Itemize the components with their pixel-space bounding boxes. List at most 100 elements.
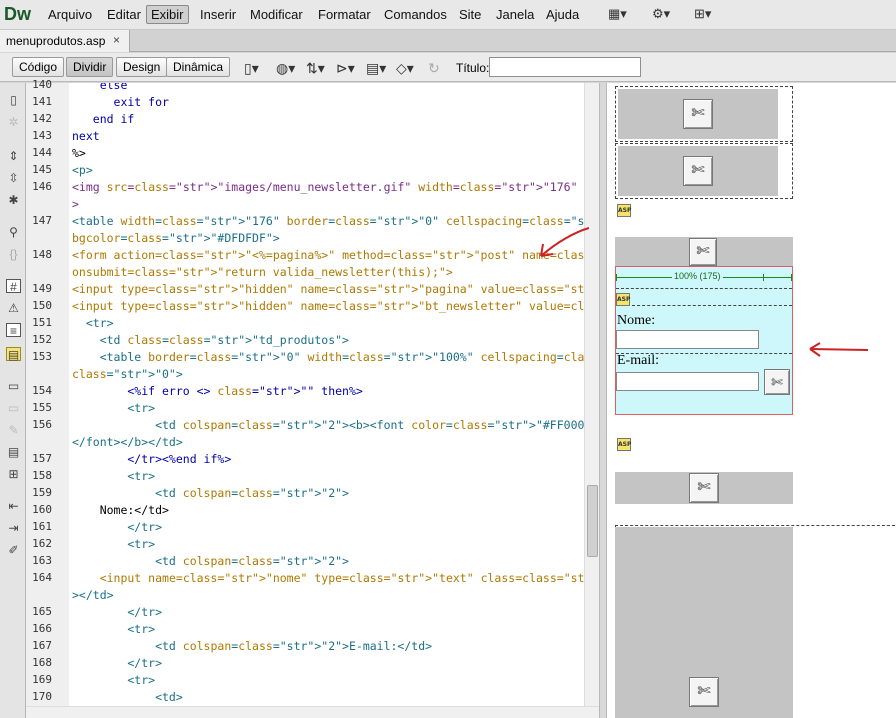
menu-ajuda[interactable]: Ajuda <box>544 7 581 22</box>
word-wrap-icon[interactable]: ≡ <box>6 323 21 338</box>
indent-code-icon[interactable]: ⇤ <box>6 499 21 513</box>
code-line[interactable]: <tr> <box>72 673 155 687</box>
menu-comandos[interactable]: Comandos <box>382 7 449 22</box>
line-numbers-icon[interactable]: # <box>6 279 21 294</box>
menu-formatar[interactable]: Formatar <box>316 7 373 22</box>
scrollbar-thumb[interactable] <box>587 485 598 557</box>
code-line[interactable]: onsubmit=class="str">"return valida_news… <box>72 265 453 279</box>
code-line[interactable]: <table border=class="str">"0" width=clas… <box>72 350 584 364</box>
code-line[interactable]: next <box>72 129 100 143</box>
width-ruler-label: 100% (175) <box>672 271 723 281</box>
newsletter-form[interactable]: 100% (175) ASP Nome: E-mail: ✄ <box>615 266 793 415</box>
code-horizontal-scrollbar[interactable] <box>26 706 599 718</box>
code-line[interactable]: </tr> <box>72 656 162 670</box>
split-view-button[interactable]: Dividir <box>66 57 114 77</box>
nome-input[interactable] <box>616 330 759 349</box>
move-css-icon[interactable]: ⊞ <box>6 467 21 481</box>
code-line[interactable]: bgcolor=class="str">"#DFDFDF"> <box>72 231 280 245</box>
close-icon[interactable]: × <box>113 33 120 47</box>
live-view-button[interactable]: Dinâmica <box>166 57 231 77</box>
code-line[interactable]: <form action=class="str">"<%=pagina%>" m… <box>72 248 584 262</box>
code-line[interactable]: else <box>72 83 128 92</box>
menu-inserir[interactable]: Inserir <box>198 7 238 22</box>
visual-aids-icon[interactable]: ▤▾ <box>366 60 386 77</box>
code-line[interactable]: > <box>72 197 79 211</box>
code-line[interactable]: <td colspan=class="str">"2"><b><font col… <box>72 418 584 432</box>
split-divider[interactable] <box>599 83 607 718</box>
code-line[interactable]: </tr> <box>72 520 162 534</box>
annotation-arrow-design <box>809 342 869 357</box>
code-line[interactable]: <tr> <box>72 622 155 636</box>
code-line[interactable]: <td colspan=class="str">"2">E-mail:</td> <box>72 639 432 653</box>
inspect-icon[interactable]: ⊳▾ <box>336 60 355 77</box>
menu-exibir[interactable]: Exibir <box>146 5 189 24</box>
syntax-coloring-icon[interactable]: ▤ <box>6 347 21 362</box>
code-line[interactable]: <tr> <box>72 469 155 483</box>
submit-plugin-icon[interactable]: ✄ <box>764 369 790 395</box>
code-line[interactable]: </tr> <box>72 605 162 619</box>
validate-icon[interactable]: ◇▾ <box>396 60 414 77</box>
code-line[interactable]: exit for <box>72 95 169 109</box>
menu-editar[interactable]: Editar <box>105 7 143 22</box>
title-input[interactable] <box>489 57 641 77</box>
code-line[interactable]: class="str">"0"> <box>72 367 183 381</box>
ruler-tick <box>763 274 764 281</box>
line-number: 165 <box>32 605 52 618</box>
layout-icon[interactable]: ▦▾ <box>608 6 627 22</box>
format-source-icon[interactable]: ✐ <box>6 543 21 557</box>
menu-arquivo[interactable]: Arquivo <box>46 7 94 22</box>
code-line[interactable]: <input type=class="str">"hidden" name=cl… <box>72 282 584 296</box>
ruler-tick <box>616 274 617 281</box>
plugin-icon: ✄ <box>689 473 719 503</box>
code-vertical-scrollbar[interactable] <box>584 83 599 706</box>
code-line[interactable]: <tr> <box>72 537 155 551</box>
code-line[interactable]: </tr><%end if%> <box>72 452 231 466</box>
apply-comment-icon[interactable]: ▭ <box>6 379 21 393</box>
code-line[interactable]: <tr> <box>72 316 114 330</box>
design-view-button[interactable]: Design <box>116 57 168 77</box>
recent-snippets-icon[interactable]: ▤ <box>6 445 21 459</box>
code-line[interactable]: ></td> <box>72 588 114 602</box>
expand-all-icon[interactable]: ✱ <box>6 193 21 207</box>
outdent-code-icon[interactable]: ⇥ <box>6 521 21 535</box>
highlight-invalid-code-icon[interactable]: ⚠ <box>6 301 21 315</box>
code-line[interactable]: <td class=class="str">"td_produtos"> <box>72 333 349 347</box>
code-line[interactable]: <td> <box>72 690 183 704</box>
balance-braces-icon[interactable]: {} <box>6 247 21 261</box>
menu-modificar[interactable]: Modificar <box>248 7 305 22</box>
site-map-icon[interactable]: ⊞▾ <box>694 6 711 22</box>
code-line[interactable]: <td colspan=class="str">"2"> <box>72 486 349 500</box>
select-parent-tag-icon[interactable]: ⚲ <box>6 225 21 239</box>
file-transfer-icon[interactable]: ⇅▾ <box>306 60 325 77</box>
code-line[interactable]: <tr> <box>72 401 155 415</box>
code-line[interactable]: %> <box>72 146 86 160</box>
menu-site[interactable]: Site <box>457 7 483 22</box>
code-line[interactable]: <input type=class="str">"hidden" name=cl… <box>72 299 584 313</box>
design-view[interactable]: ✄ ✄ ASP ✄ 100% (175) ASP Nome: E-mail: ✄… <box>607 83 896 718</box>
menu-janela[interactable]: Janela <box>494 7 536 22</box>
code-line[interactable]: <td colspan=class="str">"2"> <box>72 554 349 568</box>
browser-preview-icon[interactable]: ◍▾ <box>276 60 295 77</box>
code-line[interactable]: <%if erro <> class="str">"" then%> <box>72 384 362 398</box>
code-line[interactable]: <input name=class="str">"nome" type=clas… <box>72 571 584 585</box>
gear-icon[interactable]: ⚙▾ <box>652 6 670 22</box>
open-documents-icon[interactable]: ▯ <box>6 93 21 107</box>
code-line[interactable]: <table width=class="str">"176" border=cl… <box>72 214 584 228</box>
document-tab[interactable]: menuprodutos.asp × <box>0 30 130 52</box>
remove-comment-icon[interactable]: ▭ <box>6 401 21 415</box>
code-editor[interactable]: else exit for end if next %> <p> <img src=cl… <box>69 83 584 706</box>
multiscreen-icon[interactable]: ▯▾ <box>244 60 259 77</box>
code-line[interactable]: Nome:</td> <box>72 503 169 517</box>
code-line[interactable]: <img src=class="str">"images/menu_newsle… <box>72 180 584 194</box>
code-view-button[interactable]: Código <box>12 57 65 77</box>
refresh-icon[interactable]: ↻ <box>428 60 440 77</box>
collapse-selection-icon[interactable]: ⇳ <box>6 171 21 185</box>
collapse-tag-icon[interactable]: ⇕ <box>6 149 21 163</box>
code-line[interactable]: <p> <box>72 163 93 177</box>
wrap-tag-icon[interactable]: ✎ <box>6 423 21 437</box>
code-line[interactable]: </font></b></td> <box>72 435 183 449</box>
code-line[interactable]: end if <box>72 112 135 126</box>
email-input[interactable] <box>616 372 759 391</box>
show-code-navigator-icon[interactable]: ✲ <box>6 115 21 129</box>
line-number: 142 <box>32 112 52 125</box>
